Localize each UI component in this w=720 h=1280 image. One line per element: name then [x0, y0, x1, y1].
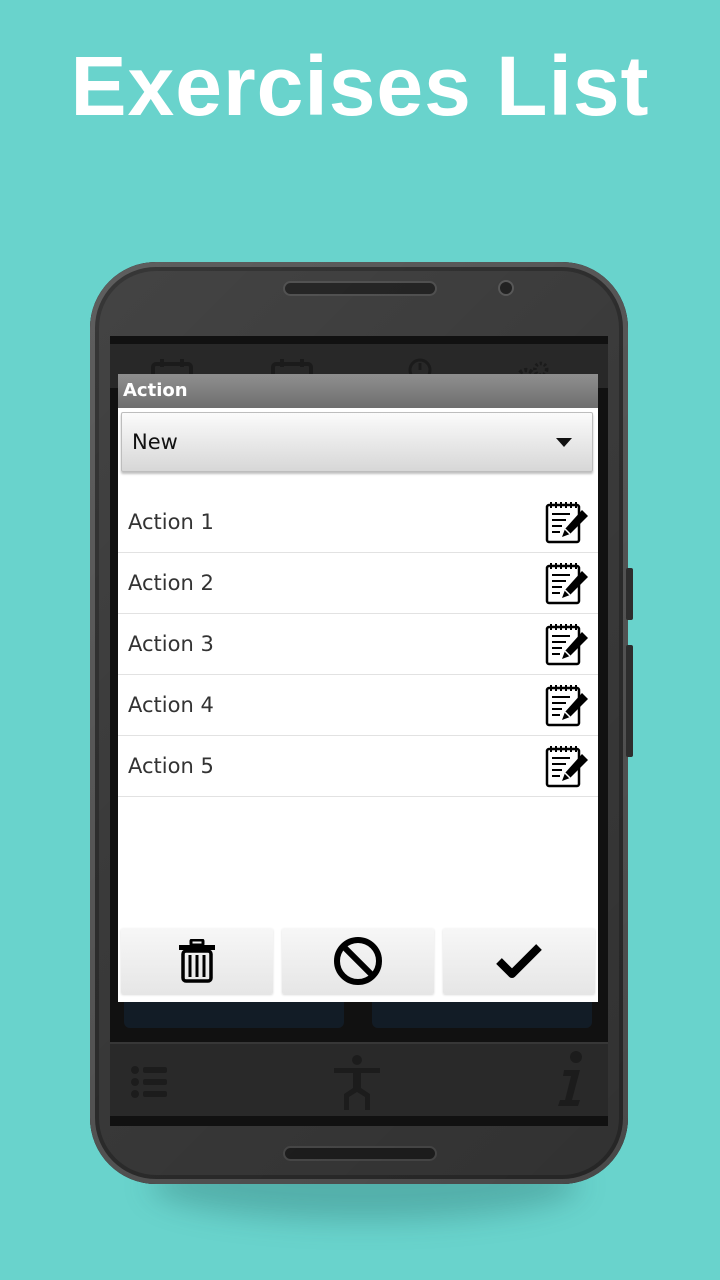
list-item-label: Action 3: [128, 632, 214, 656]
dialog-title: Action: [118, 374, 598, 408]
edit-notepad-icon[interactable]: [544, 561, 590, 607]
list-item-label: Action 2: [128, 571, 214, 595]
list-item-label: Action 1: [128, 510, 214, 534]
trash-icon: [179, 939, 215, 983]
list-item-action-4[interactable]: Action 4: [118, 675, 598, 736]
list-item-action-1[interactable]: Action 1: [118, 492, 598, 553]
confirm-button[interactable]: [443, 928, 595, 994]
action-type-dropdown[interactable]: New: [121, 412, 593, 472]
dropdown-arrow-icon: [556, 438, 572, 447]
action-list: Action 1 Action 2 Action 3 Action 4 Acti…: [118, 492, 598, 797]
list-item-action-2[interactable]: Action 2: [118, 553, 598, 614]
edit-notepad-icon[interactable]: [544, 500, 590, 546]
headline: Exercises List: [70, 39, 650, 133]
edit-notepad-icon[interactable]: [544, 622, 590, 668]
list-item-label: Action 5: [128, 754, 214, 778]
edit-notepad-icon[interactable]: [544, 683, 590, 729]
phone-camera: [500, 282, 512, 294]
phone-power-button: [626, 645, 633, 757]
list-item-action-3[interactable]: Action 3: [118, 614, 598, 675]
action-dialog: Action New Action 1 Action 2 Action 3 Ac…: [118, 374, 598, 1002]
edit-notepad-icon[interactable]: [544, 744, 590, 790]
dropdown-selected-value: New: [132, 430, 178, 454]
phone-bottom-speaker: [285, 1148, 435, 1159]
phone-volume-button: [626, 568, 633, 620]
phone-speaker: [285, 283, 435, 294]
check-icon: [496, 944, 542, 978]
phone-screen: Action New Action 1 Action 2 Action 3 Ac…: [110, 336, 608, 1126]
list-item-action-5[interactable]: Action 5: [118, 736, 598, 797]
list-item-label: Action 4: [128, 693, 214, 717]
delete-button[interactable]: [121, 928, 273, 994]
cancel-icon: [334, 937, 382, 985]
cancel-button[interactable]: [282, 928, 434, 994]
dialog-action-bar: [121, 928, 595, 994]
